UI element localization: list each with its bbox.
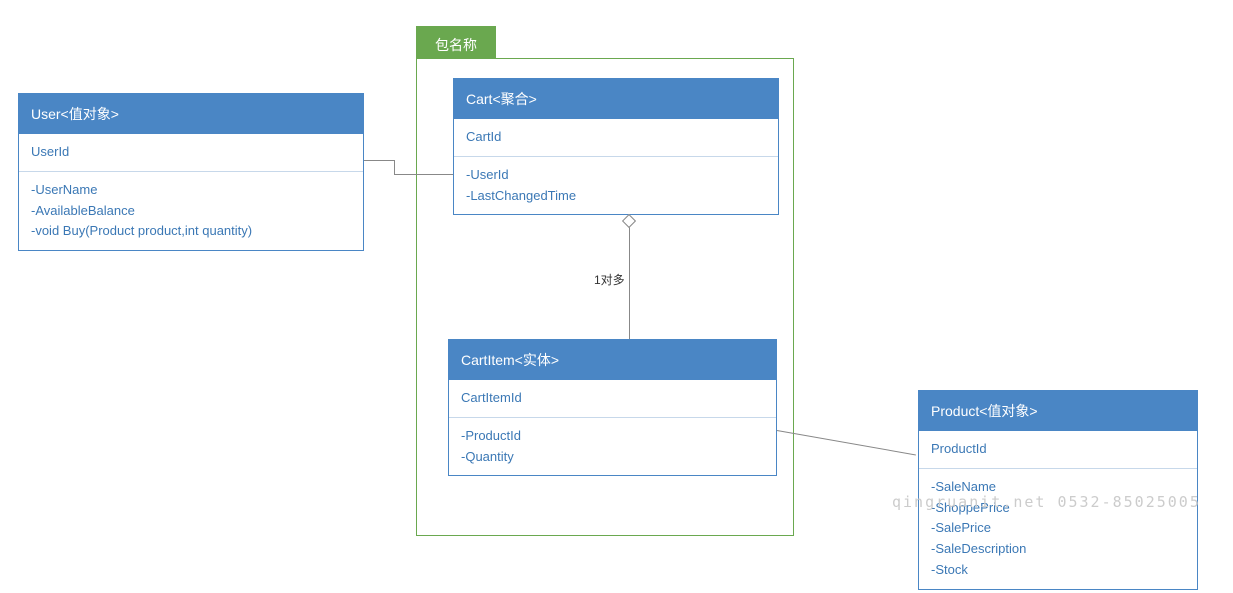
entity-cartitem-id: CartItemId xyxy=(449,380,776,417)
connector-cart-cartitem xyxy=(629,215,630,339)
connector-user-cart xyxy=(394,160,395,174)
connector-user-cart xyxy=(394,174,453,175)
entity-cart-attrs: -UserId -LastChangedTime xyxy=(454,156,778,215)
entity-user-attr: -UserName xyxy=(31,180,351,201)
entity-user: User<值对象> UserId -UserName -AvailableBal… xyxy=(18,93,364,251)
entity-user-attrs: -UserName -AvailableBalance -void Buy(Pr… xyxy=(19,171,363,250)
entity-user-header: User<值对象> xyxy=(19,94,363,134)
entity-cart-attr: -LastChangedTime xyxy=(466,186,766,207)
connector-user-cart xyxy=(364,160,394,161)
entity-cart: Cart<聚合> CartId -UserId -LastChangedTime xyxy=(453,78,779,215)
entity-product-attrs: -SaleName -ShoppePrice -SalePrice -SaleD… xyxy=(919,468,1197,589)
entity-product-attr: -Stock xyxy=(931,560,1185,581)
connector-cartitem-product xyxy=(777,430,916,455)
package-label: 包名称 xyxy=(435,37,477,53)
entity-cartitem-attr: -ProductId xyxy=(461,426,764,447)
entity-product-attr: -SaleDescription xyxy=(931,539,1185,560)
entity-user-attr: -void Buy(Product product,int quantity) xyxy=(31,221,351,242)
entity-product: Product<值对象> ProductId -SaleName -Shoppe… xyxy=(918,390,1198,590)
entity-cartitem-attrs: -ProductId -Quantity xyxy=(449,417,776,476)
entity-cartitem-attr: -Quantity xyxy=(461,447,764,468)
entity-product-header: Product<值对象> xyxy=(919,391,1197,431)
entity-product-id: ProductId xyxy=(919,431,1197,468)
connector-cart-cartitem-label: 1对多 xyxy=(592,271,627,288)
watermark-text: qingruanit.net 0532-85025005 xyxy=(892,493,1201,511)
entity-user-attr: -AvailableBalance xyxy=(31,201,351,222)
entity-cart-header: Cart<聚合> xyxy=(454,79,778,119)
entity-cartitem-header: CartItem<实体> xyxy=(449,340,776,380)
entity-product-attr: -SalePrice xyxy=(931,518,1185,539)
entity-cartitem: CartItem<实体> CartItemId -ProductId -Quan… xyxy=(448,339,777,476)
entity-cart-attr: -UserId xyxy=(466,165,766,186)
entity-cart-id: CartId xyxy=(454,119,778,156)
entity-user-id: UserId xyxy=(19,134,363,171)
